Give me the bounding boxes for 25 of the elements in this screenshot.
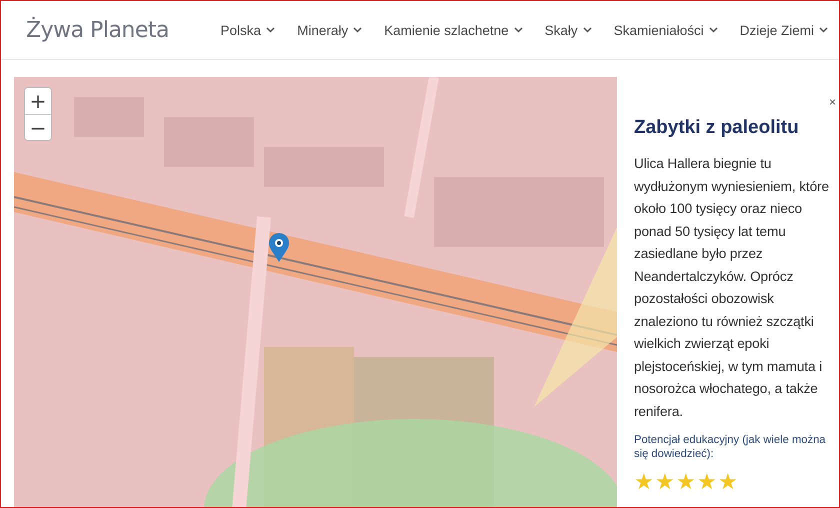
caret-icon <box>819 27 828 33</box>
caret-icon <box>708 27 718 33</box>
star-icon: ★ <box>634 471 654 493</box>
panel-description: Ulica Hallera biegnie tu wydłużonym wyniesieniem, które około 100 tysięcy oraz nieco ponad 50 tysięcy lat temu zasiedlane było przez Neandertalczyków. Oprócz pozostałości obozowisk znaleziono tu również szczątki wielkich zwierząt epoki plejstoceńskiej, w tym mamuta i nosorożca włochatego, a także renifera. <box>634 155 830 420</box>
nav-menu-item[interactable]: Kamienie szlachetne <box>373 22 534 38</box>
site-logo[interactable]: Żywa Planeta <box>26 18 210 42</box>
rating-label: Potencjał edukacyjny (jak wiele można się dowiedzieć): <box>634 433 827 461</box>
star-icon: ★ <box>655 471 675 493</box>
zoom-out-button[interactable]: − <box>25 114 51 140</box>
nav-menu-item[interactable]: Skały <box>534 22 603 38</box>
caret-icon <box>353 27 362 33</box>
nav-menu-item[interactable]: Minerały <box>286 22 374 38</box>
close-button[interactable]: × <box>828 95 836 109</box>
star-icon: ★ <box>718 471 738 493</box>
caret-icon <box>582 27 592 33</box>
caret-icon <box>514 27 523 33</box>
map-marker-icon <box>268 233 290 263</box>
nav-menu-item[interactable]: Polska <box>210 22 286 38</box>
star-icon: ★ <box>697 471 717 493</box>
nav-menu-item[interactable]: Skamieniałości <box>602 22 729 38</box>
caret-icon <box>266 27 276 33</box>
nav-menu-item[interactable]: Dzieje Ziemi <box>728 22 839 38</box>
map-view[interactable]: + − <box>14 77 617 507</box>
star-icon: ★ <box>676 471 696 493</box>
panel-title: Zabytki z paleolitu <box>634 117 800 139</box>
